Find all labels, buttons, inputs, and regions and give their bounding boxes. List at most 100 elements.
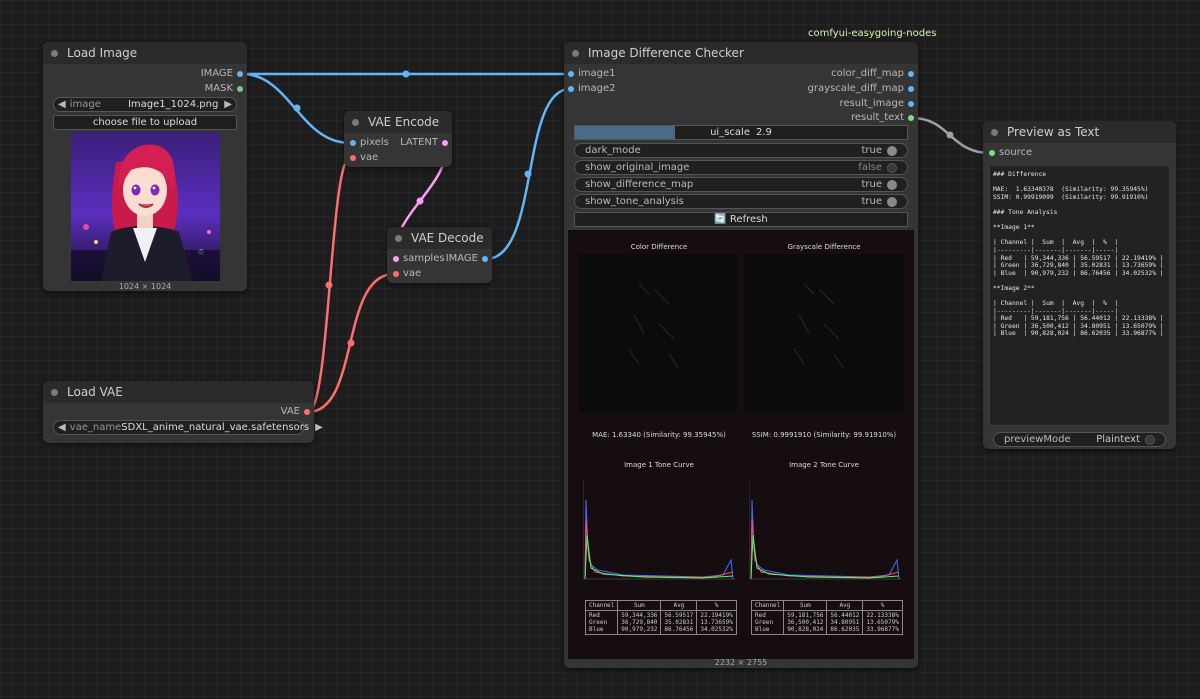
node-collapse-dot[interactable] [572,49,579,57]
vae-decode-header[interactable]: VAE Decode [387,227,492,249]
arrow-left-icon[interactable]: ◀ [58,422,66,433]
vae-encode-node[interactable]: VAE Encode pixels vae LATENT [344,111,452,167]
slider-value: 2.9 [755,127,772,138]
slot-dot[interactable] [350,155,356,161]
output-result-text-slot[interactable]: result_text [851,111,914,125]
input-samples-slot[interactable]: samples [393,252,445,266]
image-combo[interactable]: ◀ image Image1_1024.png ▶ [53,97,237,112]
diff-noise [793,283,845,370]
toggle-knob-icon[interactable] [1145,434,1155,445]
node-title: VAE Decode [411,231,484,245]
input-vae-slot[interactable]: vae [350,151,378,165]
preview-text-line [993,232,1169,240]
input-pixels-slot[interactable]: pixels [350,136,389,150]
slot-dot[interactable] [482,256,488,262]
slot-dot[interactable] [350,140,356,146]
group-label: comfyui-easygoing-nodes [808,28,937,39]
input-image1-slot[interactable]: image1 [568,67,616,81]
node-collapse-dot[interactable] [395,234,402,242]
slot-dot[interactable] [304,409,310,415]
toggle-show-tone-analysis[interactable]: show_tone_analysis true [574,194,908,209]
output-image-slot[interactable]: IMAGE [445,252,488,266]
image-size-label: 1024 × 1024 [118,282,172,291]
preview-text-area[interactable]: ### Difference MAE: 1.63340378 (Similarit… [989,165,1170,426]
refresh-button[interactable]: 🔄 Refresh [574,212,908,227]
refresh-label: 🔄 Refresh [714,214,768,225]
output-grayscale-diff-slot[interactable]: grayscale_diff_map [807,82,914,96]
slot-dot[interactable] [393,256,399,262]
upload-label: choose file to upload [92,117,198,128]
load-image-node[interactable]: Load Image IMAGE MASK ◀ image Image1_102… [43,42,247,291]
tone-curve-1-title: Image 1 Tone Curve [624,461,694,469]
preview-header[interactable]: Preview as Text [983,121,1176,143]
widget-value: Image1_1024.png [127,99,219,110]
preview-mode-combo[interactable]: previewMode Plaintext [993,432,1166,447]
checker-header[interactable]: Image Difference Checker [564,42,918,64]
node-collapse-dot[interactable] [51,388,58,396]
load-vae-node[interactable]: Load VAE VAE ◀ vae_name SDXL_anime_natur… [43,381,323,443]
preview-text-line: MAE: 1.63340378 (Similarity: 99.35945%) [993,186,1149,194]
slot-dot[interactable] [908,115,914,121]
slot-label: image1 [578,68,616,79]
diff-noise [628,283,680,370]
slot-dot[interactable] [237,71,243,77]
table-row: Red Green Blue 59,181,756 36,500,412 90,828,… [750,610,903,635]
load-image-header[interactable]: Load Image [43,42,247,64]
link-vae-to-encode [307,156,351,414]
node-collapse-dot[interactable] [352,118,359,126]
output-result-image-slot[interactable]: result_image [840,97,914,111]
slot-dot[interactable] [237,86,243,92]
preview-as-text-node[interactable]: Preview as Text source ### Difference MAE… [983,121,1176,449]
input-source-slot[interactable]: source [989,146,1032,160]
slot-dot[interactable] [908,71,914,77]
arrow-right-icon[interactable]: ▶ [224,99,232,110]
toggle-knob-icon[interactable] [887,145,897,156]
node-title: Preview as Text [1007,125,1100,139]
widget-label: previewMode [1004,434,1071,445]
input-vae-slot[interactable]: vae [393,267,421,281]
preview-text-line [993,277,1169,285]
preview-text-line: ### Tone Analysis [993,208,1058,216]
node-collapse-dot[interactable] [51,49,58,57]
slot-label: image2 [578,83,616,94]
node-collapse-dot[interactable] [991,128,998,136]
vae-name-combo[interactable]: ◀ vae_name SDXL_anime_natural_vae.safete… [53,420,323,435]
input-image2-slot[interactable]: image2 [568,82,616,96]
toggle-knob-icon[interactable] [887,162,897,173]
toggle-value: true [861,196,882,207]
slot-dot[interactable] [568,86,574,92]
slot-label: IMAGE [445,253,478,264]
output-latent-slot[interactable]: LATENT [400,136,448,150]
slot-dot[interactable] [989,150,995,156]
grayscale-difference-title: Grayscale Difference [787,243,861,251]
toggle-label: show_tone_analysis [585,196,684,207]
vae-decode-node[interactable]: VAE Decode samples vae IMAGE [387,227,492,283]
tone-curve-1 [583,480,735,580]
output-image-slot[interactable]: IMAGE [201,67,243,81]
slot-dot[interactable] [908,101,914,107]
output-mask-slot[interactable]: MASK [205,82,243,96]
ui-scale-slider[interactable]: ui_scale 2.9 [574,125,908,140]
node-title: Load Image [67,46,138,60]
vae-encode-header[interactable]: VAE Encode [344,111,452,133]
output-vae-slot[interactable]: VAE [281,405,310,419]
image-difference-checker-node[interactable]: Image Difference Checker image1 image2 c… [564,42,918,668]
slider-label: ui_scale [710,127,750,138]
upload-button[interactable]: choose file to upload [53,115,237,130]
toggle-show-original-image[interactable]: show_original_image false [574,160,908,175]
tone-table-2: Channel Sum Avg% Red Green Blue 59,181,756 3… [750,600,903,635]
arrow-right-icon[interactable]: ▶ [315,422,323,433]
toggle-knob-icon[interactable] [887,179,897,190]
arrow-left-icon[interactable]: ◀ [58,99,66,110]
slot-dot[interactable] [393,271,399,277]
toggle-dark-mode[interactable]: dark_mode true [574,143,908,158]
slot-dot[interactable] [442,140,448,146]
preview-text-line [993,293,1169,301]
toggle-show-difference-map[interactable]: show_difference_map true [574,177,908,192]
slot-dot[interactable] [908,86,914,92]
output-color-diff-slot[interactable]: color_diff_map [831,67,914,81]
load-vae-header[interactable]: Load VAE [43,381,314,403]
slot-dot[interactable] [568,71,574,77]
preview-text-line: SSIM: 0.99919099 (Similarity: 99.91910%) [993,193,1149,201]
toggle-knob-icon[interactable] [887,196,897,207]
